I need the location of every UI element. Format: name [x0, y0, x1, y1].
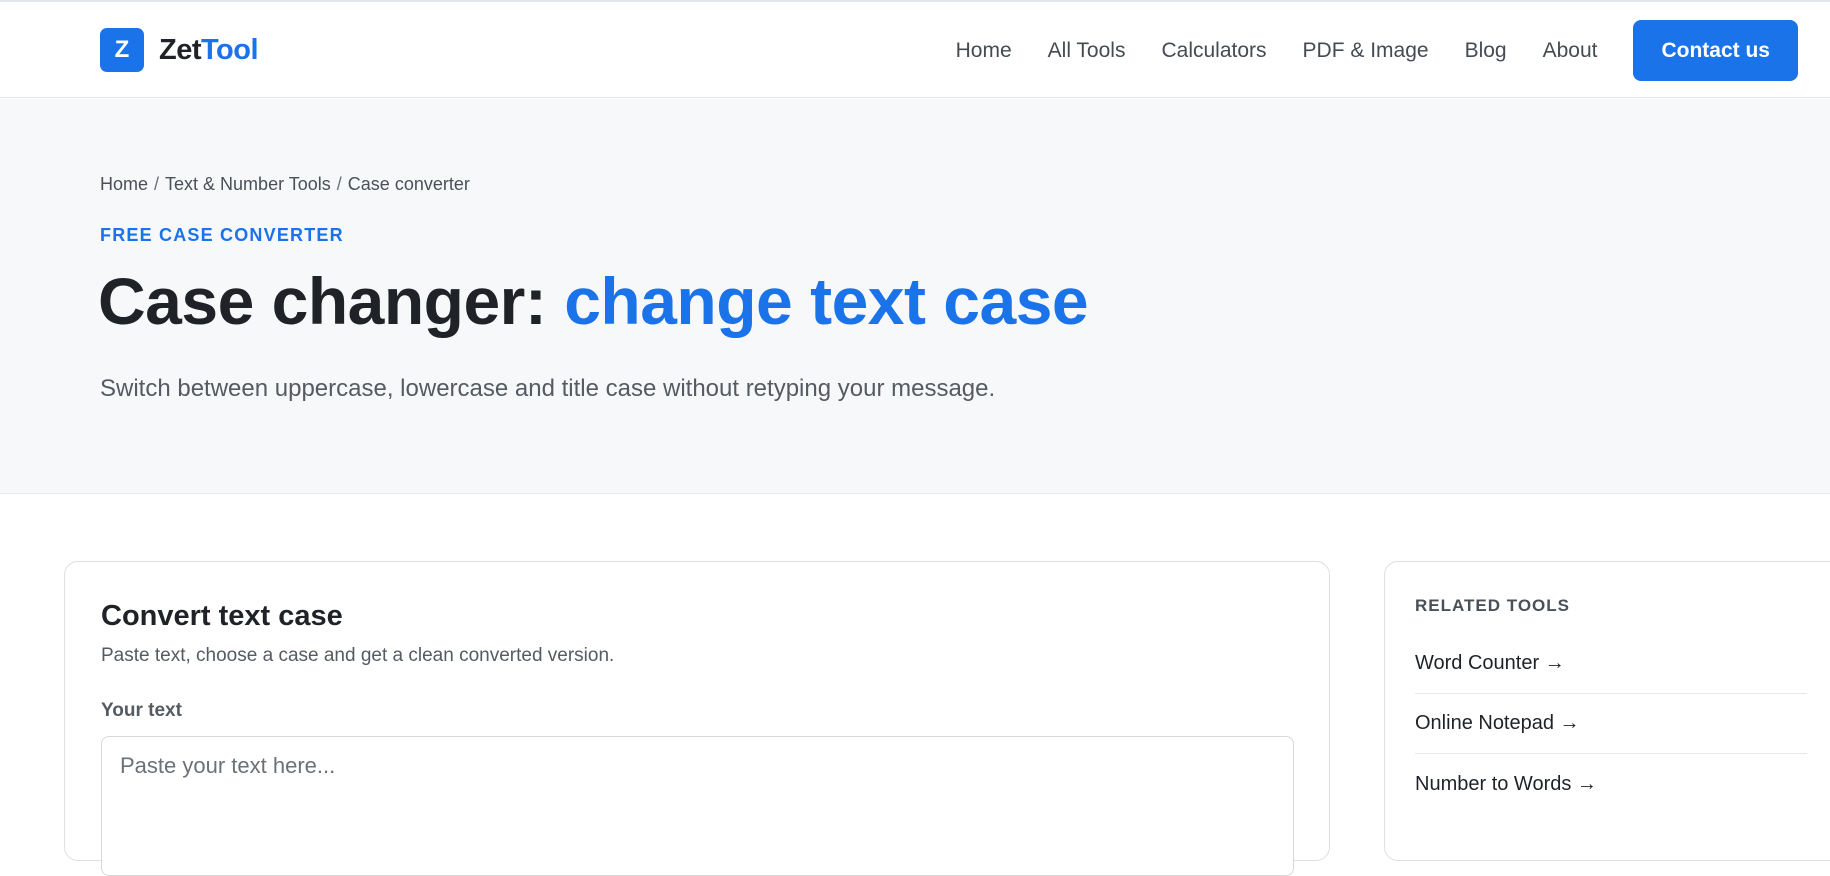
logo-mark-icon: Z [100, 28, 144, 72]
related-tool-number-to-words[interactable]: Number to Words → [1415, 754, 1807, 814]
page-title-prefix: Case changer: [98, 264, 565, 338]
hero-section: Home / Text & Number Tools / Case converter … [0, 99, 1830, 494]
hero-description: Switch between uppercase, lowercase and … [100, 375, 996, 402]
logo-wordmark-part1: Zet [159, 33, 202, 66]
nav-home[interactable]: Home [956, 39, 1012, 63]
nav-calculators[interactable]: Calculators [1161, 39, 1266, 63]
breadcrumb-separator: / [336, 174, 342, 194]
converter-card: Convert text case Paste text, choose a c… [64, 561, 1330, 876]
related-tools-title: RELATED TOOLS [1415, 596, 1570, 615]
converter-title: Convert text case [101, 600, 343, 632]
nav-blog[interactable]: Blog [1465, 39, 1507, 63]
related-tool-word-counter[interactable]: Word Counter → [1415, 634, 1807, 694]
breadcrumb-text-number-tools[interactable]: Text & Number Tools [165, 174, 331, 194]
related-tools-panel: RELATED TOOLS Word Counter → Online Note… [1384, 561, 1830, 861]
nav-all-tools[interactable]: All Tools [1048, 39, 1126, 63]
related-tool-online-notepad[interactable]: Online Notepad → [1415, 694, 1807, 754]
logo-wordmark: ZetTool [159, 33, 259, 67]
main-nav: Home All Tools Calculators PDF & Image B… [956, 20, 1798, 81]
logo-wordmark-part2: Tool [201, 33, 259, 66]
site-header: Z ZetTool Home All Tools Calculators PDF… [0, 2, 1830, 98]
converter-subtitle: Paste text, choose a case and get a clea… [101, 645, 615, 666]
breadcrumb-home[interactable]: Home [100, 174, 148, 194]
breadcrumb: Home / Text & Number Tools / Case converter [100, 174, 470, 195]
breadcrumb-current: Case converter [347, 174, 470, 194]
text-input[interactable] [101, 736, 1294, 876]
related-tools-list: Word Counter → Online Notepad → Number t… [1415, 634, 1807, 814]
page-title: Case changer: change text case [98, 264, 1089, 338]
text-input-label: Your text [101, 700, 182, 721]
nav-pdf-image[interactable]: PDF & Image [1303, 39, 1429, 63]
breadcrumb-separator: / [154, 174, 160, 194]
logo[interactable]: Z ZetTool [100, 28, 259, 72]
contact-us-button[interactable]: Contact us [1633, 20, 1798, 81]
nav-about[interactable]: About [1543, 39, 1598, 63]
page-title-accent: change text case [564, 264, 1089, 338]
hero-eyebrow: FREE CASE CONVERTER [100, 225, 344, 245]
